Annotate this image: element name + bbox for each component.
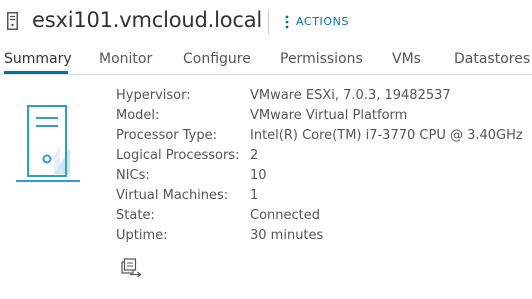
property-label: NICs: bbox=[116, 168, 150, 183]
property-label: Model: bbox=[116, 108, 160, 123]
page-title: esxi101.vmcloud.local bbox=[32, 8, 263, 32]
actions-button[interactable]: ACTIONS bbox=[284, 13, 349, 31]
host-server-icon bbox=[16, 105, 80, 182]
property-label: Hypervisor: bbox=[116, 88, 191, 103]
object-header: esxi101.vmcloud.local ACTIONS bbox=[0, 0, 532, 42]
property-value: 2 bbox=[250, 148, 259, 163]
tab-summary[interactable]: Summary bbox=[4, 50, 72, 74]
header-divider bbox=[268, 10, 269, 34]
property-value: 30 minutes bbox=[250, 228, 324, 243]
property-label: Virtual Machines: bbox=[116, 188, 229, 203]
tab-datastores[interactable]: Datastores bbox=[454, 50, 530, 74]
property-label: Uptime: bbox=[116, 228, 168, 243]
tab-permissions[interactable]: Permissions bbox=[280, 50, 363, 74]
property-value: 10 bbox=[250, 168, 267, 183]
vertical-ellipsis-icon bbox=[285, 15, 289, 29]
property-label: Logical Processors: bbox=[116, 148, 240, 163]
property-value: VMware Virtual Platform bbox=[250, 108, 408, 123]
tab-bar: Summary Monitor Configure Permissions VM… bbox=[0, 44, 532, 75]
tab-vms[interactable]: VMs bbox=[392, 50, 421, 74]
host-summary-page: esxi101.vmcloud.local ACTIONS Summary Mo… bbox=[0, 0, 532, 299]
property-value: Connected bbox=[250, 208, 321, 223]
property-label: State: bbox=[116, 208, 155, 223]
tab-configure[interactable]: Configure bbox=[183, 50, 251, 74]
vm-migrate-icon[interactable] bbox=[121, 258, 143, 278]
tab-monitor[interactable]: Monitor bbox=[99, 50, 152, 74]
property-label: Processor Type: bbox=[116, 128, 217, 143]
property-value: 1 bbox=[250, 188, 259, 203]
server-icon bbox=[7, 12, 18, 30]
property-value: Intel(R) Core(TM) i7-3770 CPU @ 3.40GHz bbox=[250, 128, 523, 143]
property-value: VMware ESXi, 7.0.3, 19482537 bbox=[250, 88, 451, 103]
actions-label: ACTIONS bbox=[296, 15, 350, 28]
